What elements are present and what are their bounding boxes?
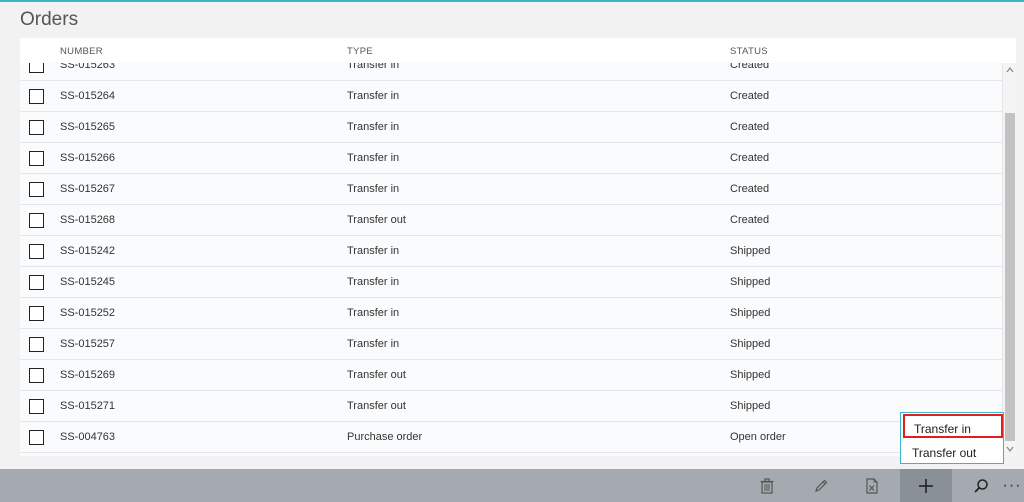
table-row[interactable]: SS-015257 Transfer in Shipped <box>20 329 1002 360</box>
order-type: Transfer out <box>347 369 406 381</box>
menu-item-transfer-out[interactable]: Transfer out <box>903 440 1003 464</box>
column-header-type[interactable]: TYPE <box>347 46 373 57</box>
add-order-menu: Transfer in Transfer out <box>900 412 1004 464</box>
table-row[interactable]: SS-015252 Transfer in Shipped <box>20 298 1002 329</box>
order-number: SS-004763 <box>60 431 116 443</box>
order-status: Shipped <box>730 245 771 257</box>
row-checkbox[interactable] <box>29 89 44 104</box>
order-status: Created <box>730 121 770 133</box>
order-number: SS-015267 <box>60 183 116 195</box>
order-number: SS-015263 <box>60 63 116 71</box>
orders-rows: SS-015263 Transfer in Created SS-015264 Tran… <box>20 63 1002 453</box>
table-row[interactable]: SS-015245 Transfer in Shipped <box>20 267 1002 298</box>
order-status: Shipped <box>730 369 771 381</box>
export-to-excel-button[interactable] <box>846 469 898 502</box>
order-status: Created <box>730 63 770 71</box>
order-type: Transfer out <box>347 400 406 412</box>
order-number: SS-015268 <box>60 214 116 226</box>
order-number: SS-015265 <box>60 121 116 133</box>
table-row[interactable]: SS-015265 Transfer in Created <box>20 112 1002 143</box>
row-checkbox[interactable] <box>29 306 44 321</box>
edit-icon <box>815 479 828 492</box>
add-icon <box>919 478 933 493</box>
more-button[interactable]: ··· <box>1000 469 1024 502</box>
order-type: Transfer out <box>347 214 406 226</box>
vertical-scrollbar[interactable] <box>1002 63 1016 456</box>
delete-button[interactable] <box>741 469 793 502</box>
order-status: Shipped <box>730 338 771 350</box>
table-row[interactable]: SS-004763 Purchase order Open order <box>20 422 1002 453</box>
row-checkbox[interactable] <box>29 120 44 135</box>
table-header: NUMBER TYPE STATUS <box>20 38 1016 63</box>
edit-button[interactable] <box>795 469 847 502</box>
table-row[interactable]: SS-015269 Transfer out Shipped <box>20 360 1002 391</box>
order-number: SS-015245 <box>60 276 116 288</box>
table-row[interactable]: SS-015264 Transfer in Created <box>20 81 1002 112</box>
row-checkbox[interactable] <box>29 275 44 290</box>
delete-icon <box>760 477 774 494</box>
order-status: Created <box>730 152 770 164</box>
add-button[interactable] <box>900 469 952 502</box>
row-checkbox[interactable] <box>29 151 44 166</box>
scrollbar-thumb[interactable] <box>1005 113 1015 441</box>
order-number: SS-015271 <box>60 400 116 412</box>
table-row[interactable]: SS-015263 Transfer in Created <box>20 63 1002 81</box>
order-type: Transfer in <box>347 121 400 133</box>
order-status: Shipped <box>730 307 771 319</box>
row-checkbox[interactable] <box>29 182 44 197</box>
order-status: Created <box>730 183 770 195</box>
page-title: Orders <box>20 9 79 30</box>
command-bar: ··· <box>0 469 1024 502</box>
order-type: Transfer in <box>347 90 400 102</box>
top-accent-line <box>0 0 1024 2</box>
orders-grid: SS-015263 Transfer in Created SS-015264 Tran… <box>20 63 1002 456</box>
order-status: Created <box>730 214 770 226</box>
table-row[interactable]: SS-015271 Transfer out Shipped <box>20 391 1002 422</box>
order-type: Transfer in <box>347 276 400 288</box>
order-number: SS-015257 <box>60 338 116 350</box>
order-type: Transfer in <box>347 307 400 319</box>
order-type: Transfer in <box>347 152 400 164</box>
row-checkbox[interactable] <box>29 399 44 414</box>
order-type: Transfer in <box>347 245 400 257</box>
column-header-number[interactable]: NUMBER <box>60 46 103 57</box>
order-type: Purchase order <box>347 431 423 443</box>
table-row[interactable]: SS-015266 Transfer in Created <box>20 143 1002 174</box>
export-to-excel-icon <box>866 477 878 494</box>
row-checkbox[interactable] <box>29 368 44 383</box>
row-checkbox[interactable] <box>29 430 44 445</box>
menu-item-transfer-in[interactable]: Transfer in <box>903 414 1003 438</box>
order-type: Transfer in <box>347 63 400 71</box>
search-icon <box>974 478 988 493</box>
order-status: Shipped <box>730 276 771 288</box>
order-status: Open order <box>730 431 786 443</box>
order-number: SS-015264 <box>60 90 116 102</box>
row-checkbox[interactable] <box>29 63 44 73</box>
scroll-down-icon[interactable] <box>1003 442 1017 456</box>
more-icon: ··· <box>1002 477 1022 494</box>
order-number: SS-015269 <box>60 369 116 381</box>
table-row[interactable]: SS-015242 Transfer in Shipped <box>20 236 1002 267</box>
order-number: SS-015242 <box>60 245 116 257</box>
order-type: Transfer in <box>347 338 400 350</box>
order-status: Created <box>730 90 770 102</box>
row-checkbox[interactable] <box>29 213 44 228</box>
order-number: SS-015252 <box>60 307 116 319</box>
column-header-status[interactable]: STATUS <box>730 46 768 57</box>
table-row[interactable]: SS-015267 Transfer in Created <box>20 174 1002 205</box>
row-checkbox[interactable] <box>29 244 44 259</box>
row-checkbox[interactable] <box>29 337 44 352</box>
table-row[interactable]: SS-015268 Transfer out Created <box>20 205 1002 236</box>
order-number: SS-015266 <box>60 152 116 164</box>
scroll-up-icon[interactable] <box>1003 63 1017 77</box>
order-status: Shipped <box>730 400 771 412</box>
order-type: Transfer in <box>347 183 400 195</box>
